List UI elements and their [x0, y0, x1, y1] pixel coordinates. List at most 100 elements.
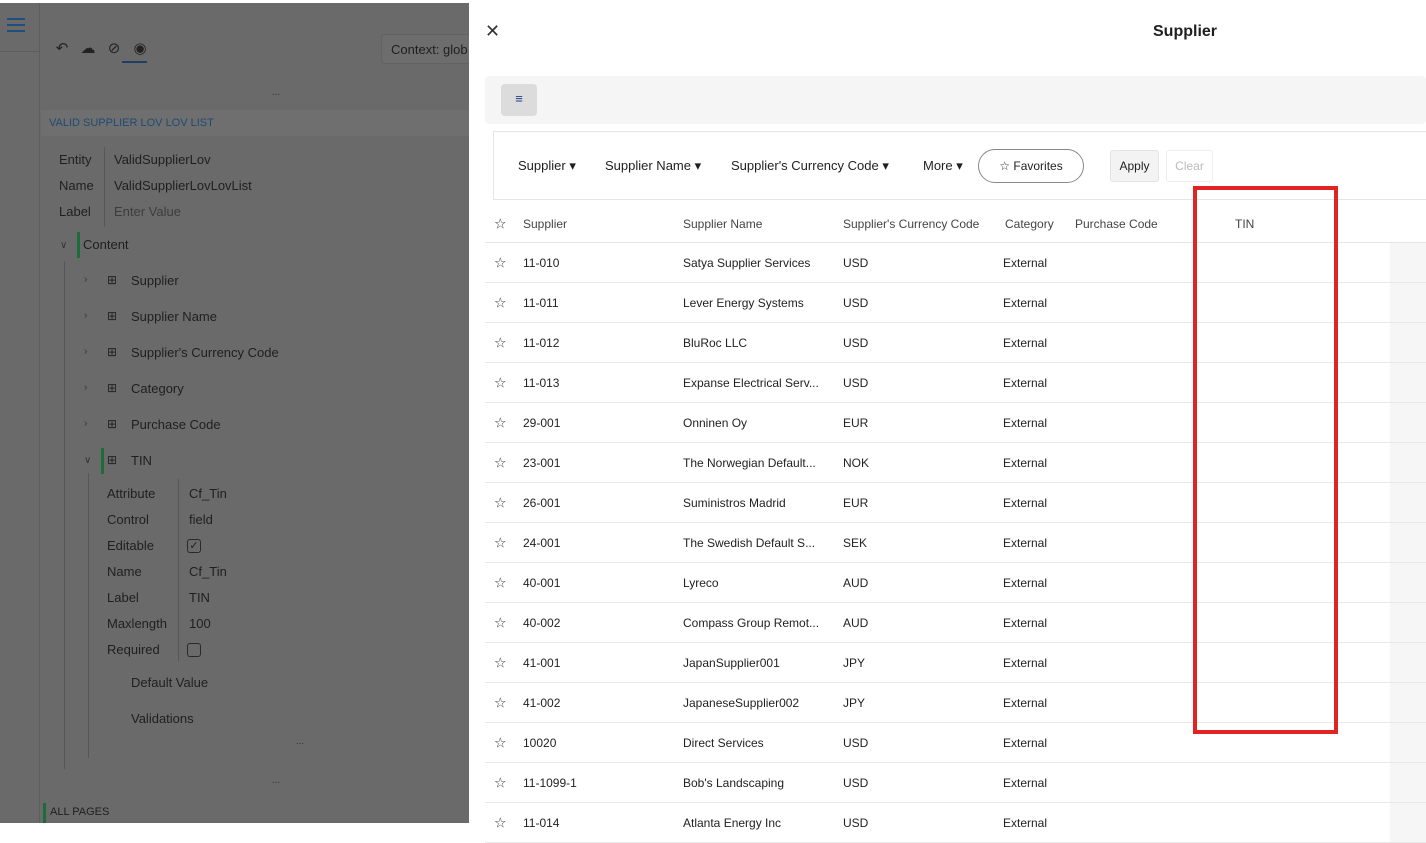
column-header[interactable]: Purchase Code: [1075, 217, 1158, 231]
table-cell: 26-001: [523, 495, 561, 510]
star-icon[interactable]: ☆: [494, 254, 507, 271]
filter-icon[interactable]: ≡: [501, 84, 537, 116]
selection-marker: [77, 232, 80, 258]
table-cell: JPY: [843, 655, 866, 670]
divider: [178, 479, 179, 661]
selection-marker: [43, 803, 46, 823]
all-pages-item[interactable]: ALL PAGES: [50, 806, 109, 818]
undo-icon[interactable]: ↶: [53, 39, 71, 57]
eye-icon[interactable]: ◉: [131, 39, 149, 57]
table-cell: 29-001: [523, 415, 561, 430]
tree-item-supplier[interactable]: Supplier: [131, 273, 179, 288]
table-cell: JapaneseSupplier002: [683, 695, 800, 710]
prop-label: Attribute: [107, 486, 156, 501]
cloud-upload-icon[interactable]: ☁: [79, 39, 97, 57]
favorites-button[interactable]: ☆ Favorites: [978, 149, 1084, 183]
star-icon[interactable]: ☆: [494, 294, 507, 311]
table-cell: BluRoc LLC: [683, 335, 748, 350]
chevron-right-icon[interactable]: ›: [84, 346, 87, 357]
star-icon[interactable]: ☆: [494, 215, 507, 232]
star-icon[interactable]: ☆: [494, 494, 507, 511]
table-cell: USD: [843, 735, 869, 750]
table-row[interactable]: ☆ 11-014 Atlanta Energy Inc USD External: [485, 803, 1426, 843]
prop-label: Control: [107, 512, 149, 527]
cloud-off-icon[interactable]: ⊘: [105, 39, 123, 57]
editable-checkbox[interactable]: ✓: [187, 539, 201, 553]
star-icon[interactable]: ☆: [494, 374, 507, 391]
table-cell: USD: [843, 375, 869, 390]
page-designer-panel: ↶ ☁ ⊘ ◉ Context: glob ... VALID SUPPLIER…: [0, 3, 471, 823]
filter-supplier[interactable]: Supplier ▾: [518, 158, 576, 174]
chevron-right-icon[interactable]: ›: [84, 382, 87, 393]
table-cell: NOK: [843, 455, 870, 470]
required-checkbox[interactable]: [187, 643, 201, 657]
table-cell: Lever Energy Systems: [683, 295, 804, 310]
field-icon: ⊞: [107, 417, 118, 431]
column-header[interactable]: Supplier: [523, 217, 567, 231]
table-cell: The Norwegian Default...: [683, 455, 816, 470]
star-icon[interactable]: ☆: [494, 734, 507, 751]
section-title[interactable]: VALID SUPPLIER LOV LOV LIST: [41, 110, 469, 136]
row-action-area: [1390, 563, 1426, 602]
table-cell: External: [1003, 575, 1048, 590]
apply-button[interactable]: Apply: [1110, 150, 1159, 182]
table-cell: Direct Services: [683, 735, 764, 750]
column-header[interactable]: Supplier's Currency Code: [843, 217, 979, 231]
table-cell: 40-001: [523, 575, 561, 590]
filter-more[interactable]: More ▾: [923, 158, 963, 174]
column-header[interactable]: Category: [1005, 217, 1054, 231]
validations-item[interactable]: Validations: [131, 711, 194, 726]
table-row[interactable]: ☆ 11-1099-1 Bob's Landscaping USD External: [485, 763, 1426, 803]
prop-value: Cf_Tin: [189, 564, 227, 579]
star-icon[interactable]: ☆: [494, 654, 507, 671]
star-icon[interactable]: ☆: [494, 334, 507, 351]
tree-item-category[interactable]: Category: [131, 381, 184, 396]
prop-label: Maxlength: [107, 616, 167, 631]
tree-item-tin[interactable]: TIN: [131, 453, 152, 468]
label-input-placeholder[interactable]: Enter Value: [114, 204, 181, 219]
tree-item-content[interactable]: Content: [83, 237, 129, 252]
table-cell: External: [1003, 295, 1048, 310]
star-icon[interactable]: ☆: [494, 694, 507, 711]
chevron-down-icon[interactable]: ∨: [60, 240, 67, 251]
chevron-down-icon[interactable]: ∨: [84, 455, 91, 466]
tree-item-purchase-code[interactable]: Purchase Code: [131, 417, 221, 432]
star-icon[interactable]: ☆: [494, 454, 507, 471]
star-icon[interactable]: ☆: [494, 774, 507, 791]
prop-label: Entity: [59, 152, 92, 167]
table-cell: External: [1003, 695, 1048, 710]
star-icon[interactable]: ☆: [494, 614, 507, 631]
row-action-area: [1390, 483, 1426, 522]
table-cell: External: [1003, 255, 1048, 270]
tree-item-currency-code[interactable]: Supplier's Currency Code: [131, 345, 279, 360]
chevron-right-icon[interactable]: ›: [84, 418, 87, 429]
table-cell: 11-012: [523, 335, 560, 350]
table-cell: 41-001: [523, 655, 561, 670]
filter-currency-code[interactable]: Supplier's Currency Code ▾: [731, 158, 889, 174]
close-icon[interactable]: ✕: [485, 21, 500, 42]
clear-button[interactable]: Clear: [1166, 150, 1213, 182]
table-cell: USD: [843, 255, 869, 270]
star-icon[interactable]: ☆: [494, 574, 507, 591]
drawer-title: Supplier: [1153, 23, 1218, 40]
table-cell: External: [1003, 335, 1048, 350]
star-icon[interactable]: ☆: [494, 534, 507, 551]
hamburger-menu-icon[interactable]: [7, 18, 25, 32]
filter-supplier-name[interactable]: Supplier Name ▾: [605, 158, 701, 174]
table-cell: JPY: [843, 695, 866, 710]
prop-label: Name: [107, 564, 142, 579]
ellipsis: ...: [296, 736, 305, 747]
table-cell: EUR: [843, 495, 869, 510]
chevron-right-icon[interactable]: ›: [84, 310, 87, 321]
row-action-area: [1390, 243, 1426, 282]
tree-item-supplier-name[interactable]: Supplier Name: [131, 309, 217, 324]
table-cell: Onninen Oy: [683, 415, 748, 430]
default-value-item[interactable]: Default Value: [131, 675, 208, 690]
context-selector[interactable]: Context: glob: [381, 34, 471, 64]
table-cell: External: [1003, 375, 1048, 390]
star-icon[interactable]: ☆: [494, 414, 507, 431]
column-header[interactable]: Supplier Name: [683, 217, 762, 231]
chevron-right-icon[interactable]: ›: [84, 274, 87, 285]
highlight-box: [1193, 186, 1338, 734]
table-cell: External: [1003, 615, 1048, 630]
